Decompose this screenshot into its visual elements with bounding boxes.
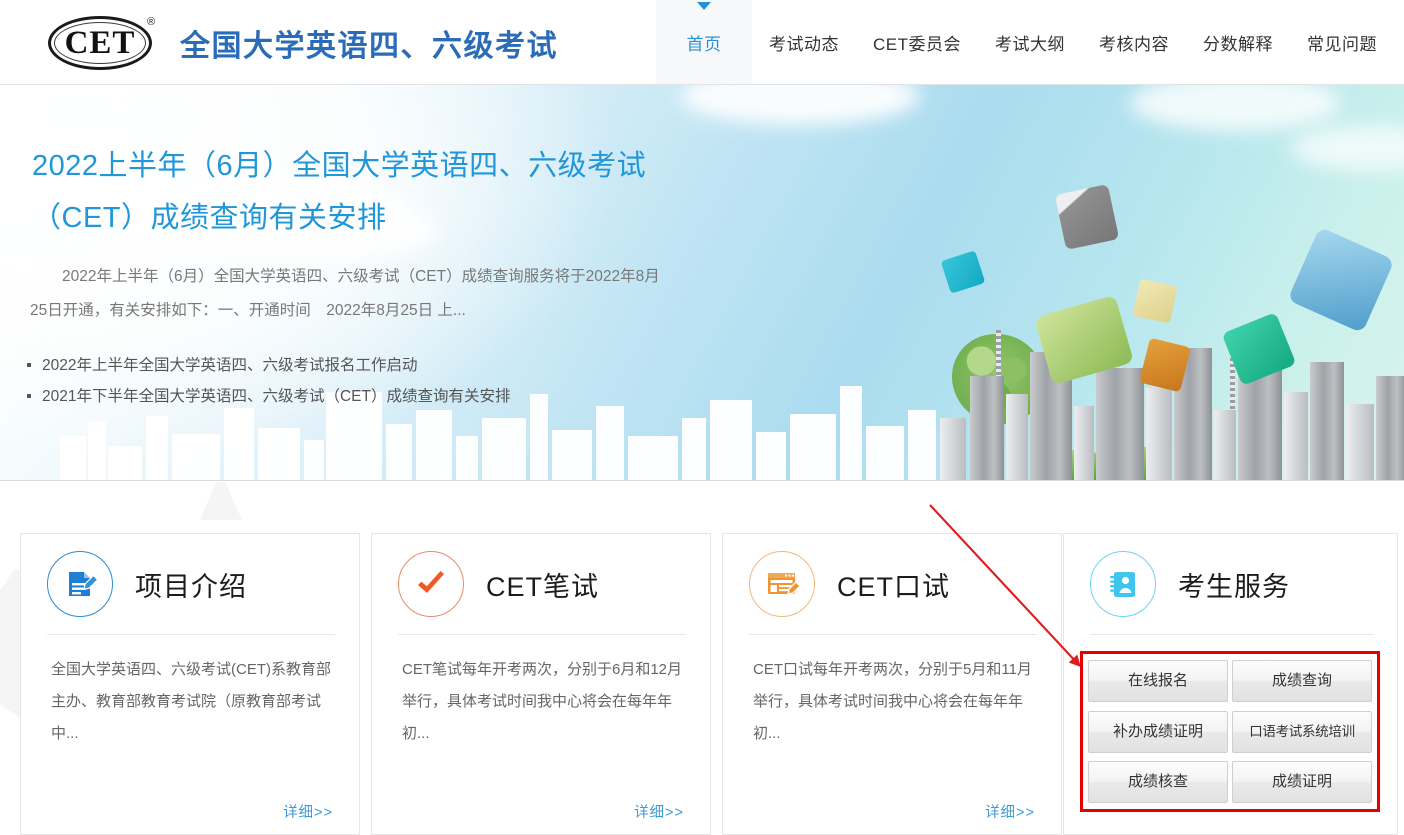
card-detail-link[interactable]: 详细>> xyxy=(283,801,333,822)
feature-cards-section: 项目介绍 全国大学英语四、六级考试(CET)系教育部主办、教育部教育考试院（原教… xyxy=(0,482,1404,835)
card-header: 项目介绍 xyxy=(21,534,359,634)
card-title: CET笔试 xyxy=(486,565,599,604)
address-book-icon xyxy=(1090,551,1156,617)
nav-label: 考核内容 xyxy=(1099,30,1169,55)
service-button-reissue-score-certificate[interactable]: 补办成绩证明 xyxy=(1088,711,1228,753)
nav-label: CET委员会 xyxy=(873,30,961,55)
document-pen-icon xyxy=(47,551,113,617)
logo-letters: CET xyxy=(48,16,152,70)
site-title: 全国大学英语四、六级考试 xyxy=(180,21,558,65)
card-cet-oral-exam[interactable]: CET口试 CET口试每年开考两次，分别于5月和11月举行，具体考试时间我中心将… xyxy=(722,533,1062,835)
chevron-down-icon xyxy=(697,2,711,10)
nav-label: 考试动态 xyxy=(769,30,839,55)
service-buttons-highlight-box: 在线报名 成绩查询 补办成绩证明 口语考试系统培训 成绩核查 成绩证明 xyxy=(1080,651,1380,812)
cube-piano xyxy=(1055,184,1119,250)
site-logo[interactable]: CET ® 全国大学英语四、六级考试 xyxy=(48,12,558,74)
nav-item-assessment-content[interactable]: 考核内容 xyxy=(1082,0,1186,84)
nav-item-exam-news[interactable]: 考试动态 xyxy=(752,0,856,84)
service-button-oral-exam-system-training[interactable]: 口语考试系统培训 xyxy=(1232,711,1372,753)
cube-beige xyxy=(1132,278,1177,323)
list-item[interactable]: 2021年下半年全国大学英语四、六级考试（CET）成绩查询有关安排 xyxy=(24,381,674,412)
card-title: 项目介绍 xyxy=(135,565,247,604)
registered-trademark-icon: ® xyxy=(147,16,155,28)
card-header: CET口试 xyxy=(723,534,1061,634)
nav-item-syllabus[interactable]: 考试大纲 xyxy=(978,0,1082,84)
card-description: CET口试每年开考两次，分别于5月和11月举行，具体考试时间我中心将会在每年年初… xyxy=(753,654,1035,750)
watermark-shape xyxy=(200,482,242,520)
banner-text-block: 2022上半年（6月）全国大学英语四、六级考试（CET）成绩查询有关安排 202… xyxy=(0,85,700,481)
banner-headline[interactable]: 2022上半年（6月）全国大学英语四、六级考试（CET）成绩查询有关安排 xyxy=(32,140,672,244)
card-divider xyxy=(47,634,335,635)
nav-item-cet-committee[interactable]: CET委员会 xyxy=(856,0,978,84)
card-header: 考生服务 xyxy=(1064,534,1397,634)
card-divider xyxy=(749,634,1037,635)
nav-label: 常见问题 xyxy=(1307,30,1377,55)
card-description: CET笔试每年开考两次，分别于6月和12月举行，具体考试时间我中心将会在每年年初… xyxy=(402,654,684,750)
hero-banner: 2022上半年（6月）全国大学英语四、六级考试（CET）成绩查询有关安排 202… xyxy=(0,85,1404,481)
nav-item-score-explanation[interactable]: 分数解释 xyxy=(1186,0,1290,84)
list-item[interactable]: 2022年上半年全国大学英语四、六级考试报名工作启动 xyxy=(24,350,674,381)
service-button-score-verification[interactable]: 成绩核查 xyxy=(1088,761,1228,803)
check-mark-icon xyxy=(398,551,464,617)
window-pen-icon xyxy=(749,551,815,617)
card-header: CET笔试 xyxy=(372,534,710,634)
nav-item-home[interactable]: 首页 xyxy=(656,0,752,84)
card-candidate-services[interactable]: 考生服务 在线报名 成绩查询 补办成绩证明 口语考试系统培训 成绩核查 成绩证明 xyxy=(1063,533,1398,835)
nav-label: 首页 xyxy=(687,30,722,55)
nav-label: 考试大纲 xyxy=(995,30,1065,55)
card-detail-link[interactable]: 详细>> xyxy=(985,801,1035,822)
card-title: CET口试 xyxy=(837,565,950,604)
cet-logo-icon: CET ® xyxy=(48,14,156,72)
card-detail-link[interactable]: 详细>> xyxy=(634,801,684,822)
site-header: CET ® 全国大学英语四、六级考试 首页 考试动态 CET委员会 考试大纲 考… xyxy=(0,0,1404,85)
nav-label: 分数解释 xyxy=(1203,30,1273,55)
service-button-score-query[interactable]: 成绩查询 xyxy=(1232,660,1372,702)
cet-homepage: CET ® 全国大学英语四、六级考试 首页 考试动态 CET委员会 考试大纲 考… xyxy=(0,0,1404,835)
banner-news-list: 2022年上半年全国大学英语四、六级考试报名工作启动 2021年下半年全国大学英… xyxy=(24,350,674,412)
card-divider xyxy=(1090,634,1374,635)
nav-item-faq[interactable]: 常见问题 xyxy=(1290,0,1394,84)
card-project-introduction[interactable]: 项目介绍 全国大学英语四、六级考试(CET)系教育部主办、教育部教育考试院（原教… xyxy=(20,533,360,835)
banner-summary: 2022年上半年（6月）全国大学英语四、六级考试（CET）成绩查询服务将于202… xyxy=(30,260,670,328)
service-button-score-certificate[interactable]: 成绩证明 xyxy=(1232,761,1372,803)
service-button-online-registration[interactable]: 在线报名 xyxy=(1088,660,1228,702)
main-navigation: 首页 考试动态 CET委员会 考试大纲 考核内容 分数解释 常见问题 xyxy=(656,0,1394,84)
card-title: 考生服务 xyxy=(1178,565,1290,604)
card-cet-written-exam[interactable]: CET笔试 CET笔试每年开考两次，分别于6月和12月举行，具体考试时间我中心将… xyxy=(371,533,711,835)
card-divider xyxy=(398,634,686,635)
card-description: 全国大学英语四、六级考试(CET)系教育部主办、教育部教育考试院（原教育部考试中… xyxy=(51,654,333,750)
